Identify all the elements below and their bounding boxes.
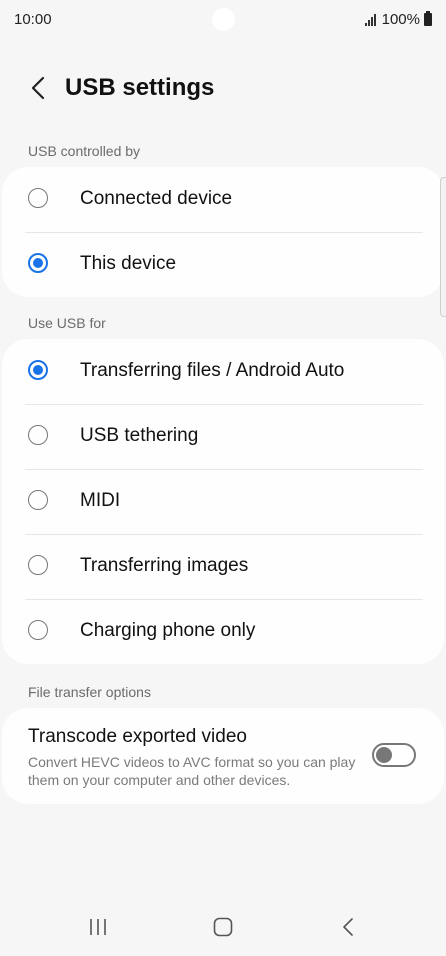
use-usb-for-card: Transferring files / Android Auto USB te…	[2, 339, 444, 664]
home-icon	[213, 917, 233, 937]
radio-button[interactable]	[28, 490, 48, 510]
transcode-description: Convert HEVC videos to AVC format so you…	[28, 754, 356, 788]
signal-icon	[364, 13, 376, 26]
option-label: MIDI	[80, 490, 121, 511]
battery-icon	[424, 11, 432, 26]
option-transferring-images[interactable]: Transferring images	[2, 534, 444, 599]
section-label-file-transfer-options: File transfer options	[28, 684, 151, 700]
section-label-usb-controlled-by: USB controlled by	[28, 143, 141, 159]
toggle-knob	[376, 747, 392, 763]
option-charging-phone-only[interactable]: Charging phone only	[2, 599, 444, 664]
navigation-bar	[0, 900, 446, 956]
option-label: Transferring files / Android Auto	[80, 360, 345, 381]
radio-button[interactable]	[28, 425, 48, 445]
option-label: Connected device	[80, 188, 233, 209]
home-button[interactable]	[203, 912, 243, 942]
app-bar: USB settings	[0, 68, 446, 108]
radio-button[interactable]	[28, 620, 48, 640]
chevron-left-icon	[31, 76, 45, 100]
transcode-toggle-switch[interactable]	[372, 743, 416, 767]
radio-button-selected[interactable]	[28, 360, 48, 380]
back-button[interactable]	[22, 72, 54, 104]
section-label-use-usb-for: Use USB for	[28, 315, 106, 331]
page-title: USB settings	[65, 74, 215, 101]
radio-button[interactable]	[28, 555, 48, 575]
option-transferring-files[interactable]: Transferring files / Android Auto	[2, 339, 444, 404]
file-transfer-options-card: Transcode exported video Convert HEVC vi…	[2, 708, 444, 804]
option-label: USB tethering	[80, 425, 199, 446]
transcode-title: Transcode exported video	[28, 726, 247, 747]
option-label: Transferring images	[80, 555, 249, 576]
recents-icon	[90, 919, 106, 935]
status-time: 10:00	[14, 11, 52, 28]
recents-button[interactable]	[78, 912, 118, 942]
status-bar: 10:00 100%	[0, 0, 446, 40]
nav-back-button[interactable]	[328, 912, 368, 942]
back-icon	[343, 918, 353, 936]
option-label: Charging phone only	[80, 620, 256, 641]
option-usb-tethering[interactable]: USB tethering	[2, 404, 444, 469]
radio-button[interactable]	[28, 188, 48, 208]
camera-cutout	[212, 8, 235, 31]
battery-percentage: 100%	[381, 11, 420, 28]
status-indicators: 100%	[364, 11, 432, 28]
radio-button-selected[interactable]	[28, 253, 48, 273]
usb-controlled-by-card: Connected device This device	[2, 167, 444, 297]
option-this-device[interactable]: This device	[2, 232, 444, 297]
transcode-exported-video-row[interactable]: Transcode exported video Convert HEVC vi…	[2, 708, 444, 804]
option-label: This device	[80, 253, 177, 274]
scroll-indicator	[440, 177, 446, 317]
option-midi[interactable]: MIDI	[2, 469, 444, 534]
option-connected-device[interactable]: Connected device	[2, 167, 444, 232]
